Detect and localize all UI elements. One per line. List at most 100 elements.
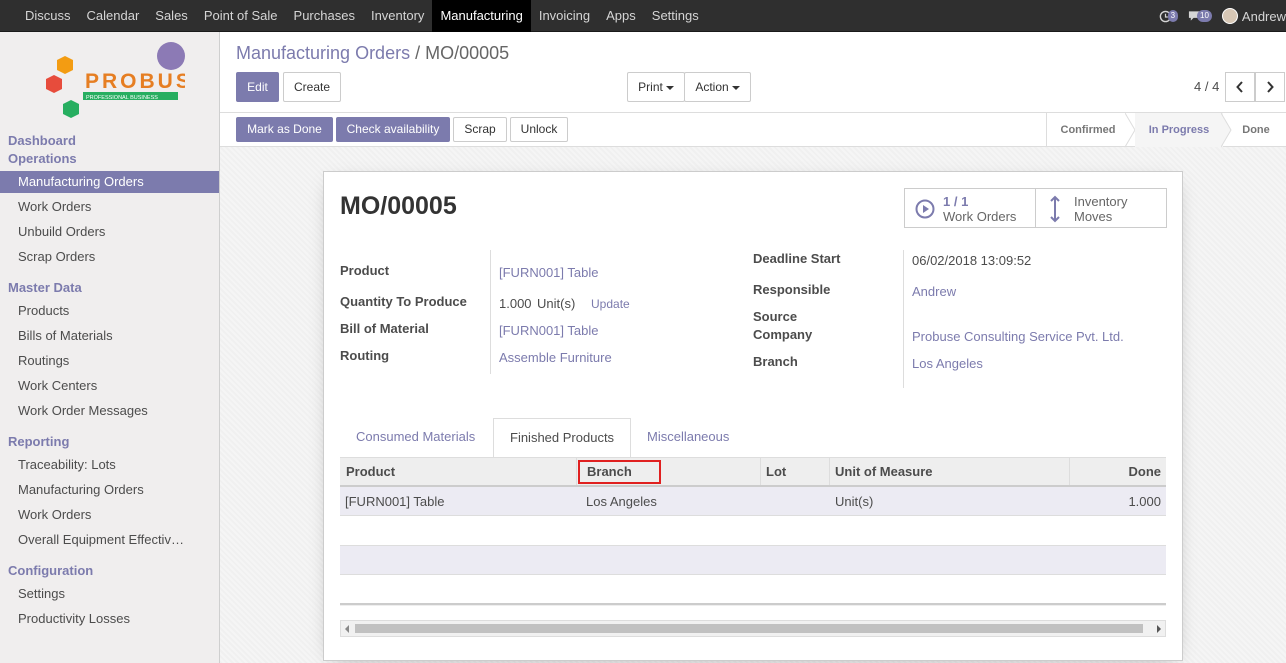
print-button[interactable]: Print (627, 72, 685, 102)
check-availability-button[interactable]: Check availability (336, 117, 450, 142)
menu-sales[interactable]: Sales (147, 0, 196, 32)
sidebar-item-productivity-losses[interactable]: Productivity Losses (0, 608, 219, 630)
sidebar-item-settings[interactable]: Settings (0, 583, 219, 605)
tab-miscellaneous[interactable]: Miscellaneous (631, 418, 745, 458)
sidebar-item-report-manufacturing-orders[interactable]: Manufacturing Orders (0, 479, 219, 501)
menu-invoicing[interactable]: Invoicing (531, 0, 598, 32)
menu-manufacturing[interactable]: Manufacturing (432, 0, 531, 32)
mark-as-done-button[interactable]: Mark as Done (236, 117, 333, 142)
quantity-update-button[interactable]: Update (591, 297, 630, 311)
inventory-moves-label-1: Inventory (1074, 194, 1128, 209)
section-operations: Operations (8, 151, 77, 166)
edit-button[interactable]: Edit (236, 72, 279, 102)
logo-text: PROBUSE (85, 70, 185, 93)
tab-finished-products[interactable]: Finished Products (493, 418, 632, 458)
branch-label: Branch (753, 354, 798, 369)
cell-done: 1.000 (1128, 494, 1161, 509)
chevron-right-icon (1267, 81, 1274, 93)
systray: 3 10 Andrew (1159, 0, 1286, 32)
activity-menu[interactable]: 3 (1159, 10, 1179, 23)
menu-purchases[interactable]: Purchases (286, 0, 363, 32)
tab-consumed-materials[interactable]: Consumed Materials (340, 418, 491, 458)
section-master-data: Master Data (8, 280, 82, 295)
messaging-menu[interactable]: 10 (1188, 10, 1212, 22)
work-orders-smart-button[interactable]: 1 / 1 Work Orders (904, 188, 1036, 228)
pager-value[interactable]: 4 / 4 (1194, 79, 1219, 94)
routing-field[interactable]: Assemble Furniture (499, 350, 612, 365)
breadcrumb-current: MO/00005 (425, 43, 510, 63)
logo-subtext: PROFESSIONAL BUSINESS (86, 95, 158, 101)
deadline-field: 06/02/2018 13:09:52 (912, 253, 1032, 268)
column-divider (760, 458, 761, 485)
sidebar-item-traceability[interactable]: Traceability: Lots (0, 454, 219, 476)
vertical-arrows-icon (1050, 195, 1060, 223)
play-circle-icon (915, 199, 935, 219)
responsible-label: Responsible (753, 282, 831, 297)
menu-calendar[interactable]: Calendar (79, 0, 148, 32)
section-dashboard[interactable]: Dashboard (8, 132, 76, 150)
routing-label: Routing (340, 348, 390, 363)
scrap-button[interactable]: Scrap (453, 117, 507, 142)
sidebar-item-products[interactable]: Products (0, 300, 219, 322)
print-label: Print (638, 80, 663, 94)
column-product[interactable]: Product (346, 458, 395, 485)
breadcrumb-parent[interactable]: Manufacturing Orders (236, 43, 410, 63)
pager-next-button[interactable] (1255, 72, 1285, 102)
section-reporting: Reporting (8, 434, 70, 449)
column-lot[interactable]: Lot (766, 458, 786, 485)
scroll-thumb[interactable] (355, 624, 1143, 633)
user-name[interactable]: Andrew (1242, 9, 1286, 24)
sidebar-item-oee[interactable]: Overall Equipment Effectiv… (0, 529, 219, 551)
sidebar-item-work-centers[interactable]: Work Centers (0, 375, 219, 397)
product-field[interactable]: [FURN001] Table (499, 265, 598, 280)
unlock-button[interactable]: Unlock (510, 117, 568, 142)
work-orders-count: 1 / 1 (943, 194, 969, 209)
table-row[interactable]: [FURN001] Table Los Angeles Unit(s) 1.00… (340, 487, 1166, 516)
avatar[interactable] (1221, 8, 1238, 24)
menu-point-of-sale[interactable]: Point of Sale (196, 0, 286, 32)
column-done[interactable]: Done (1129, 458, 1162, 485)
sidebar-item-bills-of-materials[interactable]: Bills of Materials (0, 325, 219, 347)
sidebar-item-work-order-messages[interactable]: Work Order Messages (0, 400, 219, 422)
company-field[interactable]: Probuse Consulting Service Pvt. Ltd. (912, 329, 1124, 344)
sidebar-item-scrap-orders[interactable]: Scrap Orders (0, 246, 219, 268)
column-divider (1069, 458, 1070, 485)
sidebar-item-unbuild-orders[interactable]: Unbuild Orders (0, 221, 219, 243)
record-title: MO/00005 (340, 192, 457, 220)
field-separator (903, 250, 904, 388)
responsible-field[interactable]: Andrew (912, 284, 956, 299)
scroll-right-icon[interactable] (1157, 625, 1161, 633)
table-footer (340, 603, 1166, 606)
company-label: Company (753, 327, 813, 342)
action-button[interactable]: Action (684, 72, 751, 102)
product-label: Product (340, 263, 390, 278)
column-unit-of-measure[interactable]: Unit of Measure (835, 458, 933, 485)
cell-uom: Unit(s) (835, 494, 874, 509)
sidebar-item-work-orders[interactable]: Work Orders (0, 196, 219, 218)
pager-previous-button[interactable] (1225, 72, 1255, 102)
branch-field[interactable]: Los Angeles (912, 356, 983, 371)
menu-settings[interactable]: Settings (644, 0, 707, 32)
menu-discuss[interactable]: Discuss (17, 0, 79, 32)
create-button[interactable]: Create (283, 72, 341, 102)
horizontal-scrollbar[interactable] (340, 620, 1166, 637)
scroll-left-icon[interactable] (345, 625, 349, 633)
field-separator (490, 250, 491, 374)
sidebar-item-routings[interactable]: Routings (0, 350, 219, 372)
breadcrumb-separator: / (415, 43, 421, 63)
inventory-moves-smart-button[interactable]: Inventory Moves (1035, 188, 1167, 228)
section-configuration: Configuration (8, 563, 94, 578)
sidebar-item-manufacturing-orders[interactable]: Manufacturing Orders (0, 171, 219, 193)
stage-in-progress: In Progress (1135, 113, 1223, 147)
stage-done[interactable]: Done (1231, 113, 1281, 147)
top-navbar: Discuss Calendar Sales Point of Sale Pur… (0, 0, 1286, 32)
menu-apps[interactable]: Apps (598, 0, 644, 32)
stage-confirmed[interactable]: Confirmed (1047, 113, 1129, 147)
sidebar-item-report-work-orders[interactable]: Work Orders (0, 504, 219, 526)
column-divider (576, 458, 577, 485)
menu-inventory[interactable]: Inventory (363, 0, 432, 32)
branch-highlight-box (578, 460, 661, 484)
bom-field[interactable]: [FURN001] Table (499, 323, 598, 338)
message-count-badge: 10 (1197, 10, 1212, 22)
action-label: Action (695, 80, 729, 94)
